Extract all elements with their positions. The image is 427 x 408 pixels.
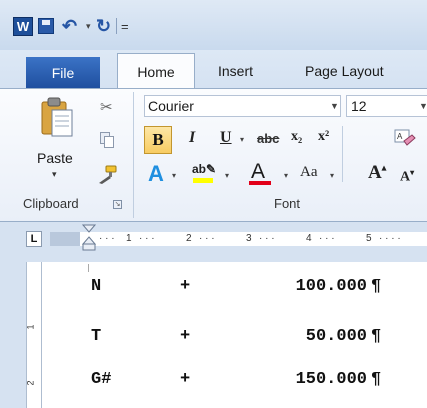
ruler-ticks: · · · · (379, 233, 401, 244)
superscript-button[interactable]: x² (318, 129, 329, 145)
shrink-font-label: A (400, 169, 411, 185)
group-separator (342, 126, 343, 182)
document-line[interactable]: T + 50.000 ¶ (0, 327, 427, 357)
subscript-button[interactable]: x₂ (291, 129, 302, 145)
save-icon[interactable] (38, 18, 54, 34)
customize-toolbar-icon[interactable]: = (121, 16, 129, 36)
line-value: 150.000 (295, 370, 367, 389)
tab-insert[interactable]: Insert (218, 56, 253, 86)
highlight-color-swatch (193, 178, 213, 183)
document-line[interactable]: N + 100.000 ¶ (0, 277, 427, 307)
undo-dropdown-icon[interactable]: ▾ (86, 16, 91, 36)
tab-home[interactable]: Home (117, 53, 195, 89)
line-label: G# (91, 370, 112, 389)
change-case-button[interactable]: Aa (300, 164, 318, 181)
word-app-icon[interactable]: W (13, 17, 33, 36)
toolbar-separator (116, 18, 117, 34)
ruler-number: 1 (126, 233, 132, 244)
format-painter-icon[interactable] (96, 164, 118, 184)
indent-marker-icon[interactable] (82, 224, 96, 254)
font-name-combo[interactable]: Courier (144, 95, 341, 117)
clipboard-group-label: Clipboard (23, 196, 79, 211)
ruler-number: 4 (306, 233, 312, 244)
ruler-ticks: · · · (139, 233, 155, 244)
copy-icon[interactable] (100, 132, 114, 148)
grow-font-button[interactable]: A▴ (368, 162, 386, 184)
group-separator (133, 92, 134, 218)
ruler-ticks: · · · (99, 233, 115, 244)
tab-file[interactable]: File (26, 57, 100, 88)
undo-icon[interactable]: ↶ (62, 16, 77, 36)
text-effects-icon[interactable]: A (148, 161, 164, 187)
strikethrough-button[interactable]: abc (257, 131, 279, 146)
line-operator: + (180, 370, 191, 389)
font-size-combo[interactable]: 12 (346, 95, 427, 117)
ruler-ticks: · · · (199, 233, 215, 244)
line-label: T (91, 327, 102, 346)
ruler-ticks: · · · (259, 233, 275, 244)
underline-button[interactable]: U (220, 129, 232, 147)
underline-dropdown-icon[interactable]: ▾ (240, 135, 244, 144)
text-effects-dropdown-icon[interactable]: ▾ (172, 171, 176, 180)
grow-font-label: A (368, 162, 382, 183)
change-case-dropdown-icon[interactable]: ▾ (330, 171, 334, 180)
ruler-margin (50, 232, 80, 246)
tab-page-layout[interactable]: Page Layout (305, 56, 384, 86)
repeat-icon[interactable]: ↻ (96, 16, 111, 36)
ruler-number: 3 (246, 233, 252, 244)
shrink-font-button[interactable]: A▾ (400, 168, 414, 186)
line-operator: + (180, 277, 191, 296)
document-line[interactable]: G# + 150.000 ¶ (0, 370, 427, 400)
pilcrow-mark: ¶ (371, 277, 382, 296)
ruler-text-area (80, 232, 427, 246)
font-color-dropdown-icon[interactable]: ▾ (284, 171, 288, 180)
line-value: 100.000 (295, 277, 367, 296)
cut-icon[interactable]: ✂ (100, 98, 113, 116)
tab-selector[interactable]: L (26, 231, 42, 247)
line-label: N (91, 277, 102, 296)
paste-button[interactable]: Paste (37, 150, 73, 166)
font-group-label: Font (274, 196, 301, 211)
bold-button[interactable]: B (144, 126, 172, 154)
paste-dropdown-icon[interactable]: ▾ (52, 169, 57, 180)
pilcrow-mark: ¶ (371, 370, 382, 389)
paste-icon[interactable] (40, 96, 74, 138)
clear-formatting-icon[interactable]: A (394, 129, 416, 149)
font-color-swatch (249, 181, 271, 185)
highlight-dropdown-icon[interactable]: ▾ (225, 171, 229, 180)
ruler-number: 2 (186, 233, 192, 244)
svg-text:A: A (397, 132, 403, 141)
highlight-icon[interactable]: ab✎ (192, 162, 216, 176)
italic-button[interactable]: I (189, 129, 195, 147)
line-value: 50.000 (305, 327, 367, 346)
ruler-number: 5 (366, 233, 372, 244)
chevron-down-icon[interactable]: ▼ (419, 101, 427, 111)
chevron-down-icon[interactable]: ▼ (330, 101, 339, 111)
line-operator: + (180, 327, 191, 346)
dialog-launcher-icon[interactable]: ↘ (113, 200, 122, 209)
margin-marker (88, 264, 89, 272)
pilcrow-mark: ¶ (371, 327, 382, 346)
ruler-ticks: · · · (319, 233, 335, 244)
